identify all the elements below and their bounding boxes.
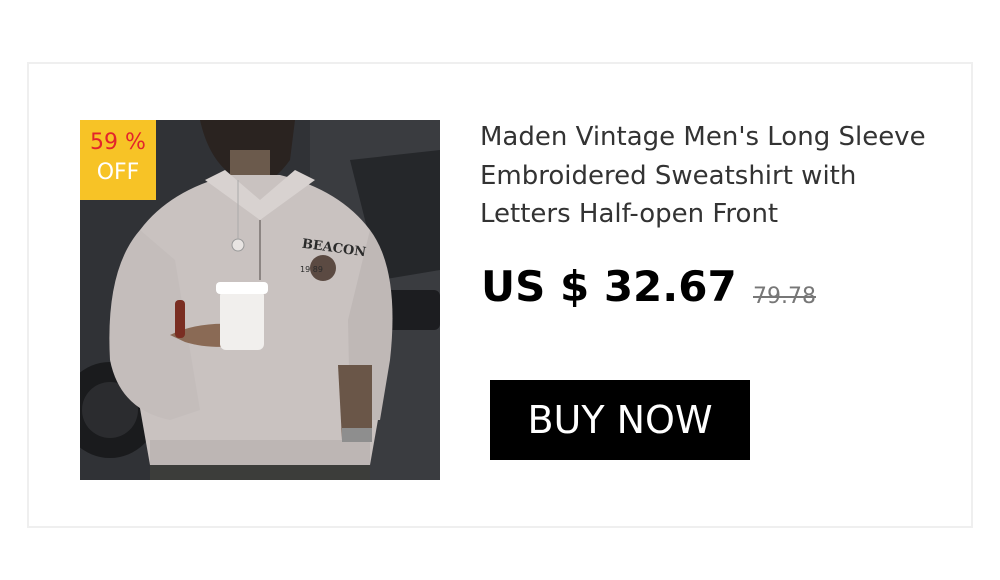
price-row: US $ 32.67 79.78 <box>481 262 816 322</box>
original-price: 79.78 <box>753 284 816 309</box>
buy-now-button[interactable]: BUY NOW <box>490 380 750 460</box>
discount-percent: 59 % <box>90 130 146 155</box>
discount-badge: 59 % OFF <box>80 120 156 200</box>
product-title[interactable]: Maden Vintage Men's Long Sleeve Embroide… <box>480 118 940 234</box>
discount-off-label: OFF <box>96 160 140 185</box>
current-price: US $ 32.67 <box>481 262 737 311</box>
embroidery-number: 19 89 <box>300 265 323 274</box>
